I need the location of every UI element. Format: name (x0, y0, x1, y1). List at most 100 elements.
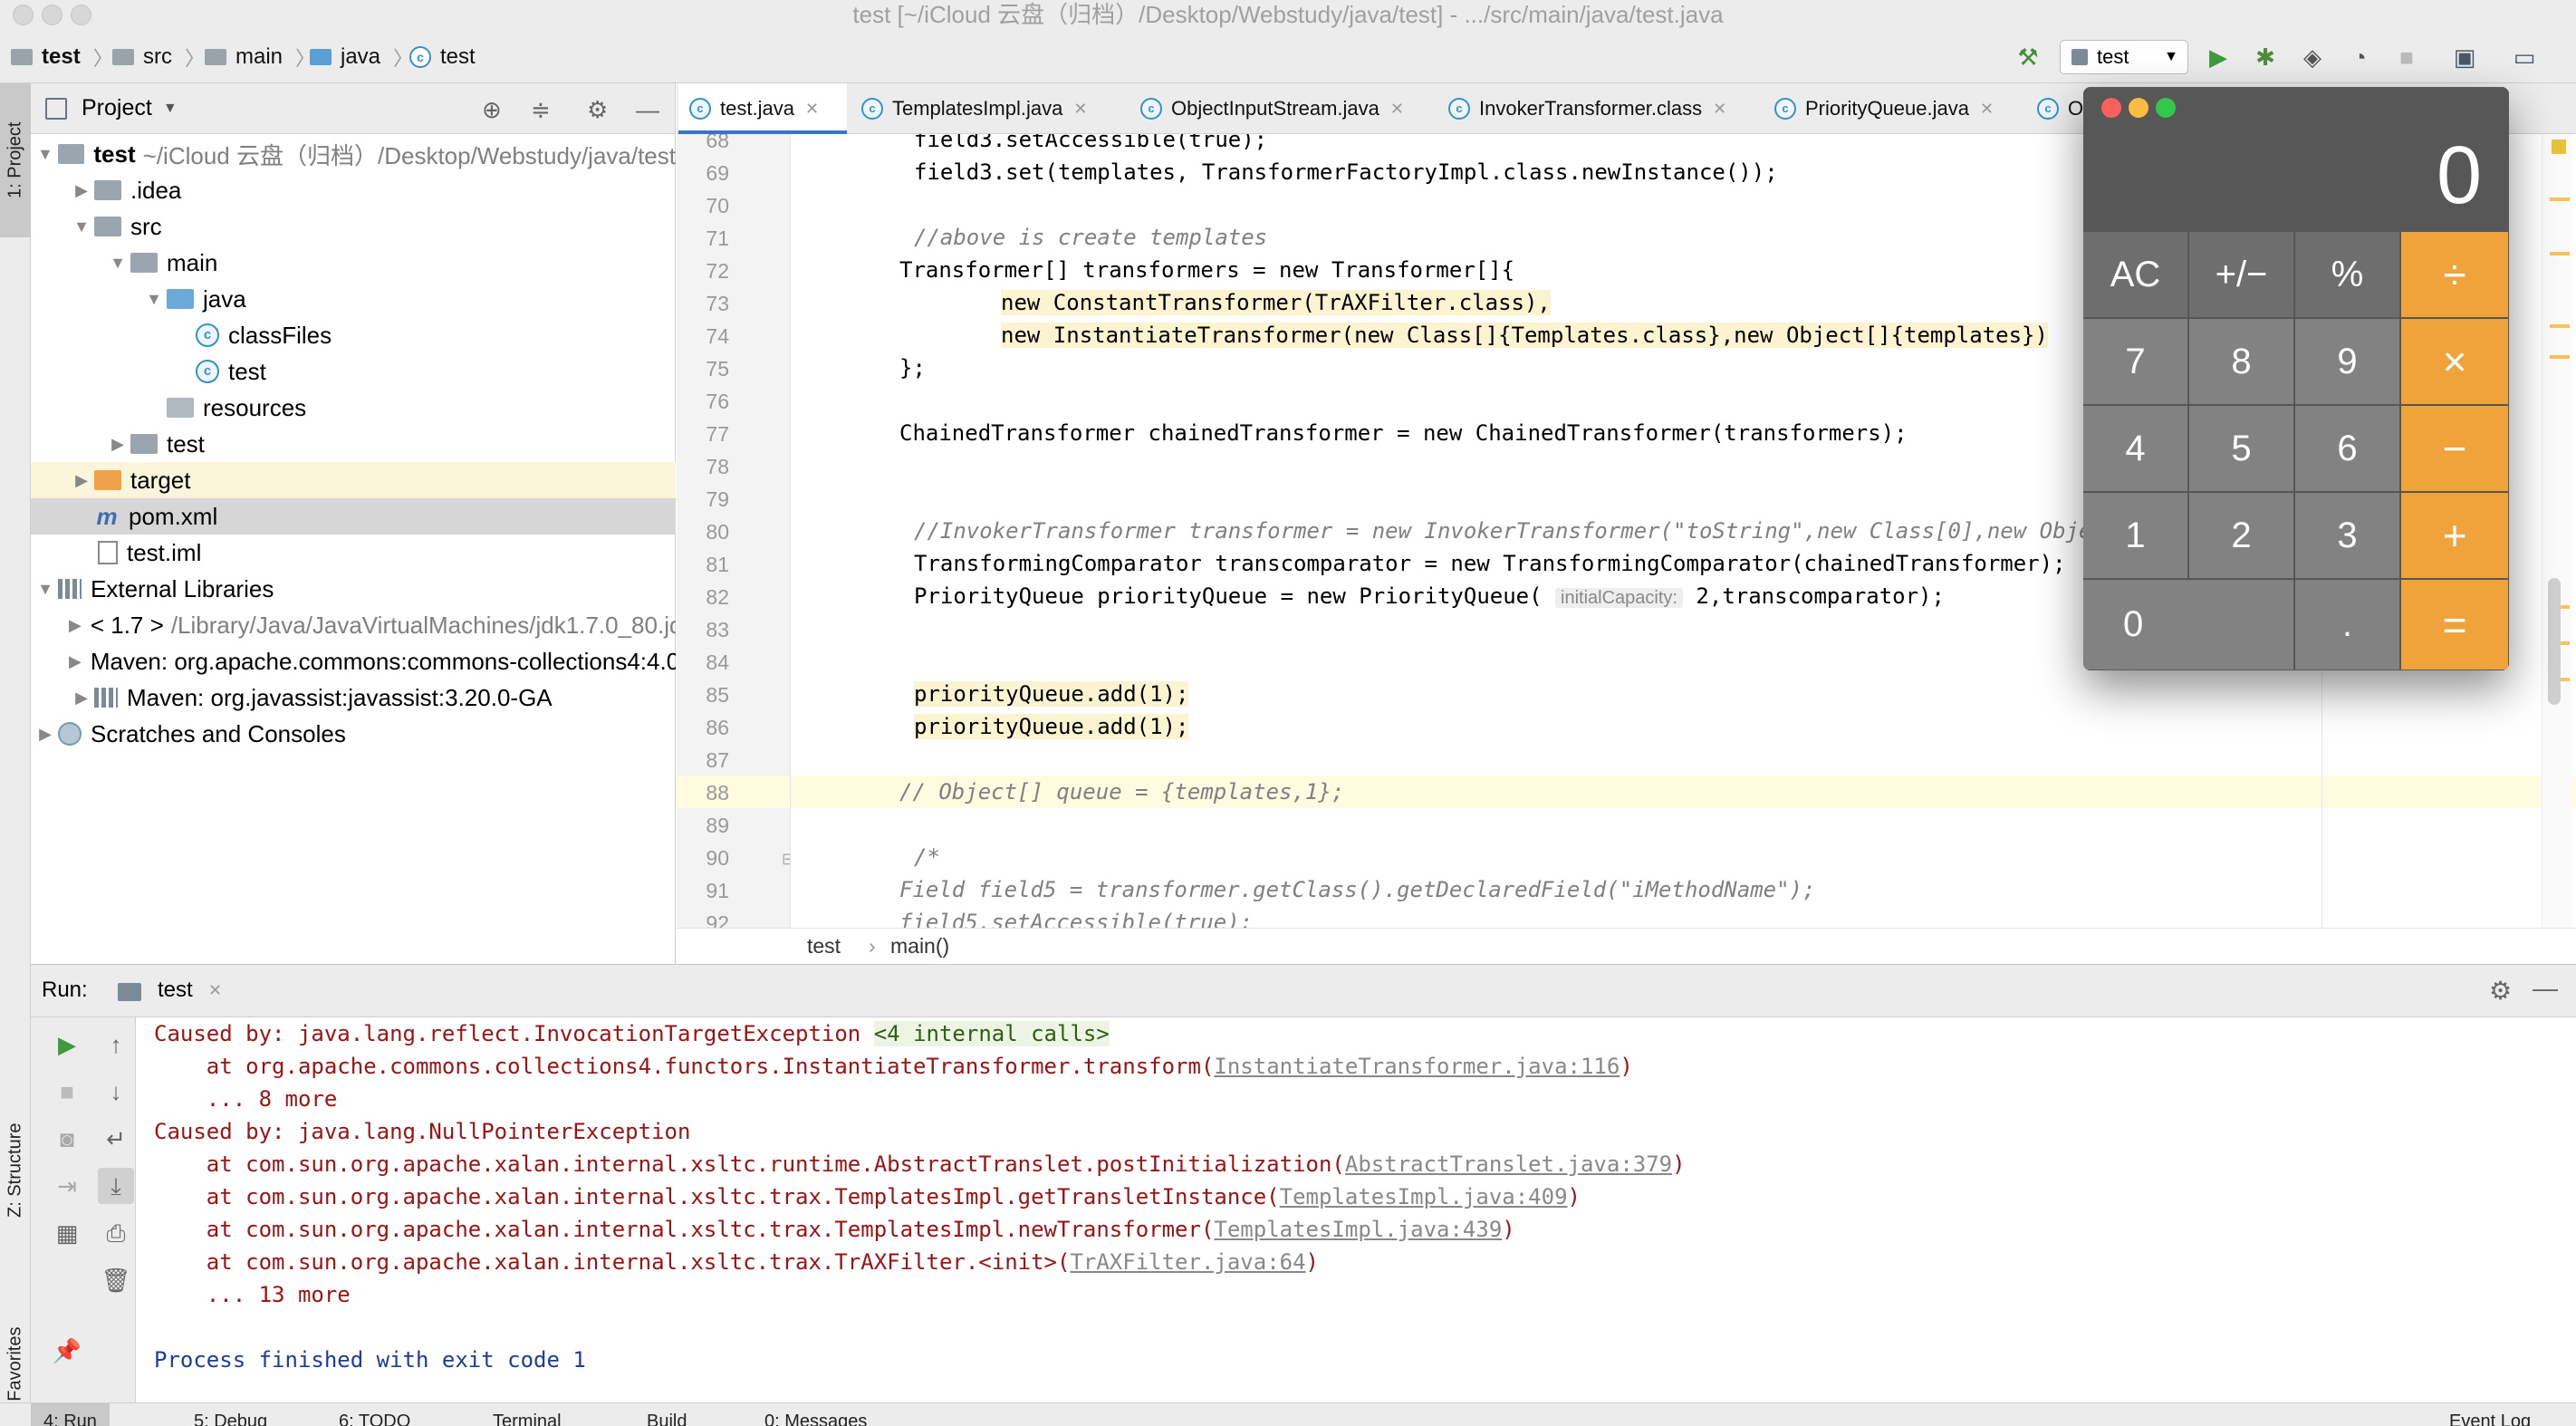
tab-priorityqueue-java[interactable]: c PriorityQueue.java ✕ (1764, 83, 2035, 134)
coverage-icon[interactable]: ◈ (2297, 42, 2328, 72)
editor-breadcrumb-method[interactable]: main() (890, 934, 949, 959)
tool-tab-build[interactable]: Build (634, 1403, 699, 1426)
close-icon[interactable]: ✕ (1713, 100, 1726, 119)
chevron-down-icon[interactable]: ▼ (33, 145, 58, 164)
stack-trace-link[interactable]: TemplatesImpl.java:409 (1280, 1184, 1568, 1209)
tree-item-project-root[interactable]: ▼ test ~/iCloud 云盘（归档）/Desktop/Webstudy/ja… (31, 136, 676, 172)
tab-test-java[interactable]: c test.java ✕ (678, 83, 847, 134)
pin-icon[interactable]: 📌 (49, 1333, 85, 1369)
chevron-down-icon[interactable]: ▼ (163, 101, 178, 117)
calc-key-percent[interactable]: % (2295, 232, 2400, 318)
close-icon[interactable]: ✕ (1073, 100, 1087, 119)
calc-key-divide[interactable]: ÷ (2401, 232, 2509, 318)
chevron-down-icon[interactable]: ▼ (33, 580, 58, 599)
calc-key-clear[interactable]: AC (2083, 232, 2188, 318)
calc-key-9[interactable]: 9 (2295, 319, 2400, 405)
stack-trace-link[interactable]: TemplatesImpl.java:439 (1214, 1217, 1502, 1242)
tree-item-scratches[interactable]: ▶ Scratches and Consoles (31, 716, 676, 752)
inspection-status-icon[interactable] (2552, 140, 2566, 154)
fold-icon[interactable]: ⊟ (782, 850, 790, 869)
rerun-icon[interactable]: ▶ (49, 1026, 85, 1063)
gear-icon[interactable]: ⚙ (2489, 976, 2512, 1006)
calc-key-8[interactable]: 8 (2189, 319, 2294, 405)
camera-icon[interactable]: ◙ (49, 1121, 85, 1157)
breadcrumb-src[interactable]: src 〉 (112, 31, 205, 83)
run-icon[interactable]: ▶ (2203, 42, 2234, 72)
tree-item-commons-collections[interactable]: ▶ Maven: org.apache.commons:commons-colle… (31, 643, 676, 679)
chevron-right-icon[interactable]: ▶ (105, 435, 130, 454)
calc-key-1[interactable]: 1 (2083, 493, 2188, 579)
close-icon[interactable]: ✕ (1390, 100, 1404, 119)
chevron-right-icon[interactable]: ▶ (33, 725, 58, 744)
chevron-right-icon[interactable]: ▶ (69, 616, 82, 635)
run-tab-test[interactable]: test (158, 978, 193, 1003)
chevron-right-icon[interactable]: ▶ (69, 689, 94, 708)
print-icon[interactable]: ⎙ (98, 1215, 134, 1251)
warning-marker[interactable] (2550, 198, 2570, 201)
scroll-to-end-icon[interactable]: ⤓ (98, 1168, 134, 1204)
tree-item-target[interactable]: ▶ target (31, 462, 676, 498)
internal-calls-fold[interactable]: <4 internal calls> (873, 1021, 1110, 1046)
tree-item-jdk[interactable]: ▶ < 1.7 >/Library/Java/JavaVirtualMachine… (31, 607, 676, 643)
tool-tab-todo[interactable]: 6: TODO (326, 1403, 423, 1426)
tree-item-src[interactable]: ▼ src (31, 208, 676, 245)
breadcrumb-project[interactable]: test 〉 (11, 31, 113, 83)
tree-item-main[interactable]: ▼ main (31, 245, 676, 281)
layout-icon[interactable]: ▦ (49, 1215, 85, 1251)
calc-key-7[interactable]: 7 (2083, 319, 2188, 405)
close-window-button[interactable] (2101, 98, 2121, 118)
down-arrow-icon[interactable]: ↓ (98, 1074, 134, 1110)
warning-marker[interactable] (2550, 324, 2570, 328)
stack-trace-link[interactable]: TrAXFilter.java:64 (1070, 1249, 1305, 1275)
warning-marker[interactable] (2550, 355, 2570, 359)
scrollbar-thumb[interactable] (2548, 578, 2561, 705)
chevron-down-icon[interactable]: ▼ (141, 290, 167, 309)
chevron-right-icon[interactable]: ▶ (69, 652, 82, 671)
tree-item-test-folder[interactable]: ▶ test (31, 426, 676, 462)
calc-key-0[interactable]: 0 (2083, 580, 2294, 670)
up-arrow-icon[interactable]: ↑ (98, 1026, 134, 1063)
editor-scrollbar[interactable] (2542, 134, 2572, 928)
stop-icon[interactable]: ■ (2391, 42, 2422, 72)
locate-target-icon[interactable]: ⊕ (482, 96, 502, 124)
tree-item-javassist[interactable]: ▶ Maven: org.javassist:javassist:3.20.0-G… (31, 679, 676, 716)
tree-item-resources[interactable]: resources (31, 390, 676, 426)
run-configuration-select[interactable]: test ▼ (2060, 40, 2188, 74)
tree-item-java[interactable]: ▼ java (31, 281, 676, 317)
hide-panel-icon[interactable]: — (2533, 974, 2558, 1003)
exit-icon[interactable]: ⇥ (49, 1168, 85, 1204)
collapse-all-icon[interactable]: ≑ (531, 96, 551, 124)
calc-key-decimal[interactable]: . (2295, 580, 2400, 670)
chevron-down-icon[interactable]: ▼ (105, 254, 130, 273)
breadcrumb-java[interactable]: java 〉 (310, 31, 413, 83)
stack-trace-link[interactable]: AbstractTranslet.java:379 (1345, 1151, 1672, 1177)
close-icon[interactable]: ✕ (805, 100, 819, 119)
tool-tab-run[interactable]: 4: Run (31, 1403, 110, 1426)
tree-item-external-libraries[interactable]: ▼ External Libraries (31, 571, 676, 607)
tool-tab-project[interactable]: 1: Project (0, 83, 31, 237)
build-hammer-icon[interactable]: ⚒ (2013, 42, 2043, 72)
profiler-icon[interactable]: ◔ (2344, 42, 2375, 72)
calc-key-6[interactable]: 6 (2295, 406, 2400, 492)
tree-item-classfiles[interactable]: c classFiles (31, 317, 676, 353)
hide-panel-icon[interactable]: — (636, 96, 659, 124)
calc-key-add[interactable]: + (2401, 493, 2509, 579)
calc-key-sign[interactable]: +/− (2189, 232, 2294, 318)
tool-tab-structure[interactable]: Z: Structure (0, 1071, 31, 1270)
tab-objectinputstream-java[interactable]: c ObjectInputStream.java ✕ (1129, 83, 1419, 134)
tree-item-pom[interactable]: m pom.xml (31, 498, 676, 535)
stop-icon[interactable]: ■ (49, 1074, 85, 1110)
soft-wrap-icon[interactable]: ↵ (98, 1121, 134, 1157)
close-icon[interactable]: ✕ (1980, 100, 1994, 119)
stack-trace-link[interactable]: InstantiateTransformer.java:116 (1214, 1054, 1620, 1079)
calc-key-equals[interactable]: = (2401, 580, 2509, 670)
tab-templatesimpl-java[interactable]: c TemplatesImpl.java ✕ (851, 83, 1095, 134)
tool-tab-debug[interactable]: 5: Debug (181, 1403, 280, 1426)
terminal-panel-icon[interactable]: ▭ (2509, 42, 2540, 72)
calc-key-5[interactable]: 5 (2189, 406, 2294, 492)
editor-breadcrumb-class[interactable]: test (807, 934, 841, 959)
warning-marker[interactable] (2550, 252, 2570, 255)
project-structure-icon[interactable]: ▣ (2449, 42, 2480, 72)
trash-icon[interactable]: 🗑 (98, 1262, 134, 1298)
calc-key-multiply[interactable]: × (2401, 319, 2509, 405)
